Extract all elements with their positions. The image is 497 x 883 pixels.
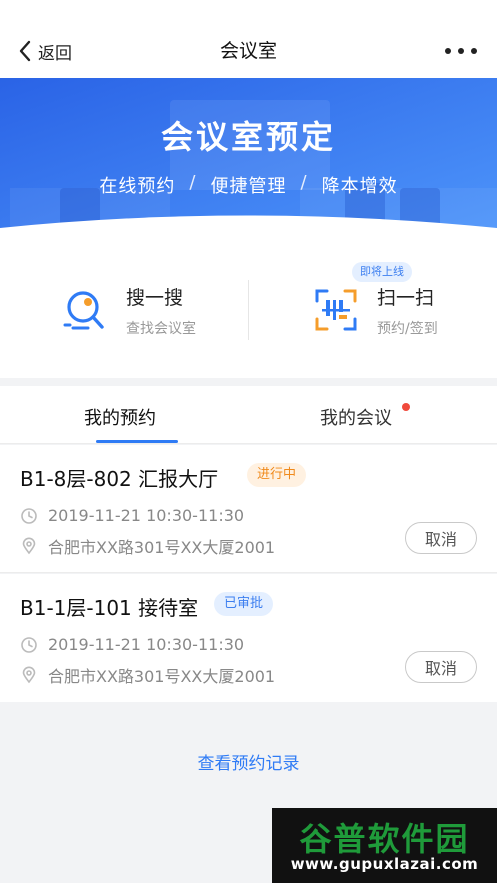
status-badge: 进行中 xyxy=(247,463,307,487)
notification-dot xyxy=(402,403,410,411)
carousel-dot-3[interactable] xyxy=(263,224,272,232)
booking-room-name: B1-1层-101 接待室 xyxy=(20,596,199,620)
tab-my-meetings[interactable]: 我的会议 xyxy=(320,404,392,430)
scan-title: 扫一扫 xyxy=(377,286,435,309)
location-pin-icon xyxy=(22,537,36,555)
banner-subtitle-1: 在线预约 xyxy=(99,176,176,197)
clock-icon xyxy=(21,636,37,653)
booking-location: 合肥市XX路301号XX大厦2001 xyxy=(20,534,275,558)
banner-subtitle-2: 便捷管理 xyxy=(210,176,287,197)
booking-location-text: 合肥市XX路301号XX大厦2001 xyxy=(48,538,276,557)
booking-time-text: 2019-11-21 10:30-11:30 xyxy=(48,635,245,654)
scan-subtitle: 预约/签到 xyxy=(377,320,438,337)
search-room-title: 搜一搜 xyxy=(126,286,184,309)
banner-separator: / xyxy=(300,172,308,193)
carousel-dots xyxy=(0,224,497,232)
booking-room-name: B1-8层-802 汇报大厅 xyxy=(20,467,219,491)
banner-title: 会议室预定 xyxy=(160,118,336,156)
location-pin-icon xyxy=(22,666,36,684)
page-title: 会议室 xyxy=(219,40,277,62)
booking-card[interactable]: B1-8层-802 汇报大厅 进行中 2019-11-21 10:30-11:3… xyxy=(0,445,497,573)
banner-subtitle-3: 降本增效 xyxy=(321,176,398,197)
booking-location-text: 合肥市XX路301号XX大厦2001 xyxy=(48,667,276,686)
promo-banner[interactable]: 会议室预定 在线预约 / 便捷管理 / 降本增效 xyxy=(0,78,497,248)
scan-text: 扫一扫 预约/签到 xyxy=(377,283,438,338)
tab-bar: 我的预约 我的会议 xyxy=(0,386,497,444)
carousel-dot-1[interactable] xyxy=(225,224,242,232)
search-room-button[interactable]: 搜一搜 查找会议室 xyxy=(62,270,196,350)
actions-divider xyxy=(248,280,249,340)
booking-card[interactable]: B1-1层-101 接待室 已审批 2019-11-21 10:30-11:30… xyxy=(0,574,497,702)
scan-button[interactable]: 扫一扫 预约/签到 xyxy=(313,270,438,350)
clock-icon xyxy=(21,507,37,524)
booking-time-text: 2019-11-21 10:30-11:30 xyxy=(48,506,245,525)
booking-location: 合肥市XX路301号XX大厦2001 xyxy=(20,663,275,687)
coming-soon-badge: 即将上线 xyxy=(352,262,412,282)
search-room-icon xyxy=(63,291,104,330)
active-tab-indicator xyxy=(96,440,178,443)
back-button[interactable]: 返回 xyxy=(18,38,72,64)
banner-separator: / xyxy=(189,172,197,193)
booking-time: 2019-11-21 10:30-11:30 xyxy=(20,635,244,654)
status-badge: 已审批 xyxy=(214,592,274,616)
more-dots-icon[interactable] xyxy=(445,40,477,62)
meeting-room-page: 返回 会议室 会议室预定 在线预约 / 便捷管理 / 降本增效 搜一搜 查找会议… xyxy=(0,0,497,883)
booking-time: 2019-11-21 10:30-11:30 xyxy=(20,506,244,525)
chevron-left-icon xyxy=(19,40,31,62)
cancel-booking-button[interactable]: 取消 xyxy=(405,651,477,683)
search-room-text: 搜一搜 查找会议室 xyxy=(126,283,196,338)
cancel-booking-button[interactable]: 取消 xyxy=(405,522,477,554)
watermark-name: 谷普软件园 xyxy=(299,820,470,858)
quick-actions: 搜一搜 查找会议室 扫一扫 预约/签到 xyxy=(0,248,497,378)
nav-bar: 返回 会议室 xyxy=(0,0,497,78)
back-label: 返回 xyxy=(38,43,72,64)
watermark-url: www.gupuxlazai.com xyxy=(290,855,479,873)
search-room-subtitle: 查找会议室 xyxy=(126,320,196,337)
banner-subtitle: 在线预约 / 便捷管理 / 降本增效 xyxy=(0,172,497,198)
carousel-dot-2[interactable] xyxy=(248,224,257,232)
watermark: 谷普软件园 www.gupuxlazai.com xyxy=(272,808,497,883)
view-booking-history-link[interactable]: 查看预约记录 xyxy=(0,749,497,774)
tab-my-bookings[interactable]: 我的预约 xyxy=(84,404,156,430)
qr-scan-icon xyxy=(315,289,357,331)
banner-background xyxy=(0,78,497,248)
